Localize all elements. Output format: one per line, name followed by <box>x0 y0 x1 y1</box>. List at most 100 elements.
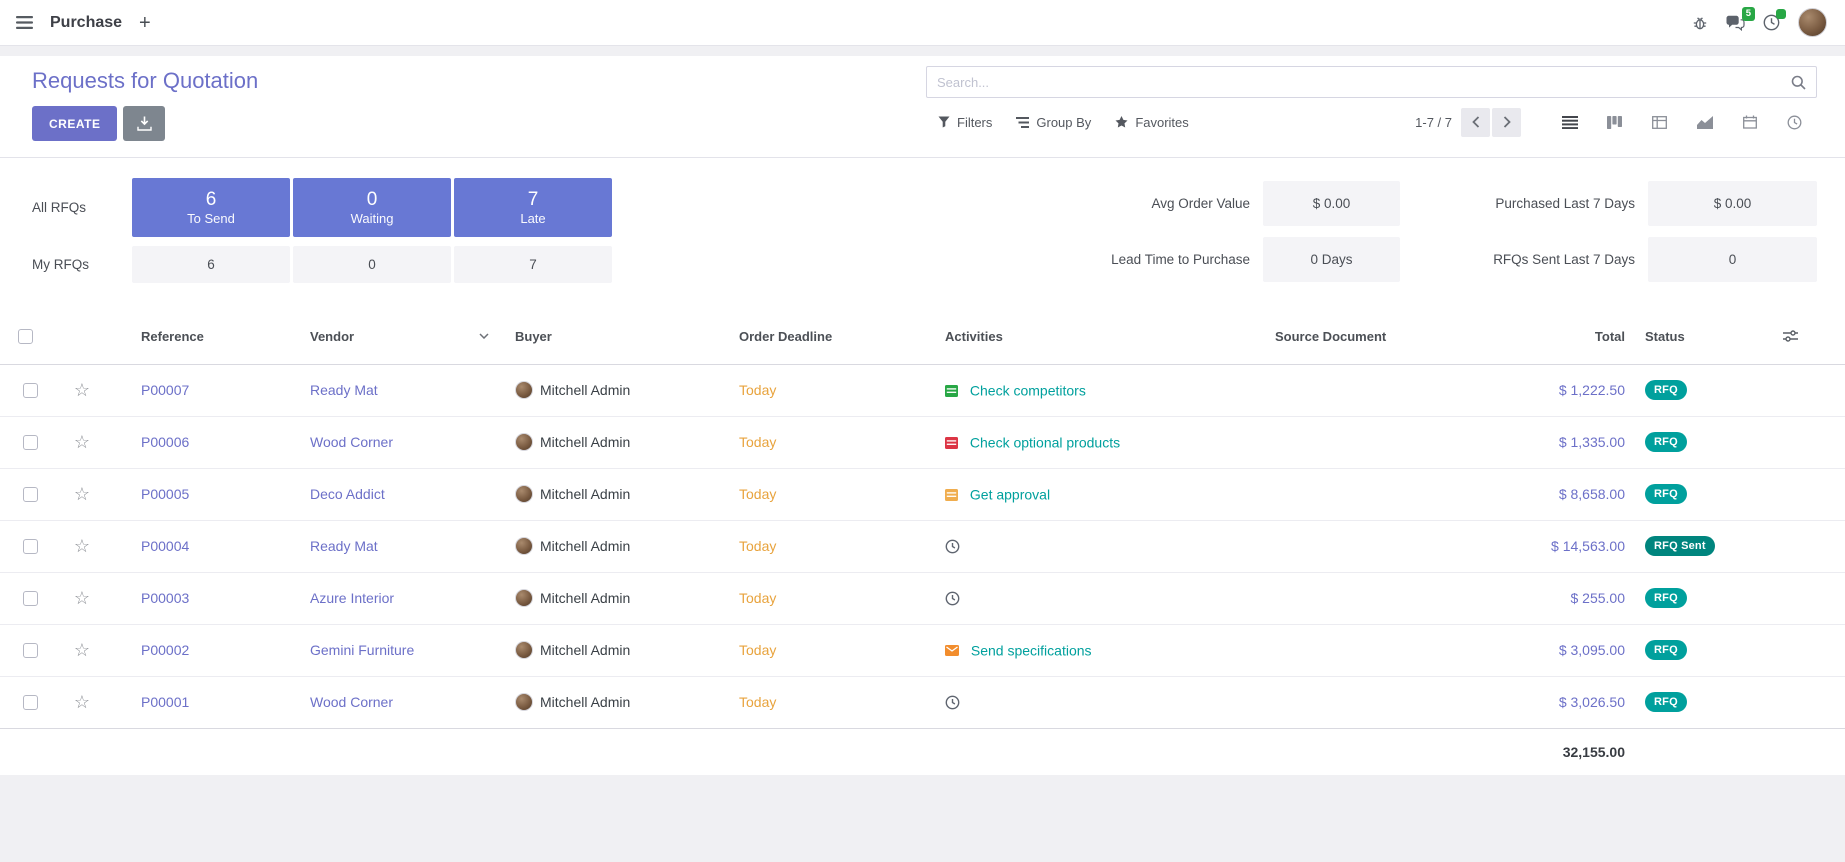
favorite-star-icon[interactable]: ☆ <box>74 588 90 608</box>
kpi-to-send[interactable]: 6 To Send <box>132 178 290 237</box>
vendor-link[interactable]: Wood Corner <box>310 694 393 710</box>
debug-bug-icon[interactable] <box>1692 15 1708 31</box>
activity-clock-icon[interactable] <box>945 695 960 710</box>
table-row[interactable]: ☆ P00006 Wood Corner Mitchell Admin Toda… <box>0 416 1845 468</box>
row-checkbox[interactable] <box>23 487 38 502</box>
row-total: $ 3,026.50 <box>1559 694 1625 710</box>
favorite-star-icon[interactable]: ☆ <box>74 380 90 400</box>
table-row[interactable]: ☆ P00001 Wood Corner Mitchell Admin Toda… <box>0 676 1845 728</box>
vendor-link[interactable]: Deco Addict <box>310 486 385 502</box>
group-by-button[interactable]: Group By <box>1004 109 1103 136</box>
pivot-view-icon[interactable] <box>1637 107 1682 137</box>
favorites-button[interactable]: Favorites <box>1103 109 1200 136</box>
favorite-star-icon[interactable]: ☆ <box>74 536 90 556</box>
kanban-view-icon[interactable] <box>1592 107 1637 137</box>
plus-icon[interactable]: + <box>139 13 151 33</box>
row-checkbox[interactable] <box>23 591 38 606</box>
kpi-my-to-send[interactable]: 6 <box>132 246 290 283</box>
reference-link[interactable]: P00007 <box>141 382 189 398</box>
reference-link[interactable]: P00001 <box>141 694 189 710</box>
reference-link[interactable]: P00005 <box>141 486 189 502</box>
activity-tasks-icon[interactable] <box>945 385 958 397</box>
optional-columns-icon[interactable] <box>1783 330 1835 342</box>
header-status[interactable]: Status <box>1645 329 1685 344</box>
vendor-link[interactable]: Wood Corner <box>310 434 393 450</box>
apps-menu-icon[interactable] <box>16 16 33 29</box>
activity-tasks-icon[interactable] <box>945 489 958 501</box>
buyer-avatar <box>515 537 533 555</box>
pager-previous-button[interactable] <box>1461 108 1490 137</box>
filters-button[interactable]: Filters <box>926 109 1004 136</box>
row-checkbox[interactable] <box>23 539 38 554</box>
vendor-link[interactable]: Ready Mat <box>310 538 378 554</box>
export-button[interactable] <box>123 106 165 141</box>
header-vendor[interactable]: Vendor <box>310 329 354 344</box>
select-all-checkbox[interactable] <box>18 329 33 344</box>
activity-tasks-icon[interactable] <box>945 437 958 449</box>
search-icon[interactable] <box>1791 75 1806 90</box>
favorite-star-icon[interactable]: ☆ <box>74 692 90 712</box>
all-rfqs-label: All RFQs <box>32 178 129 237</box>
table-row[interactable]: ☆ P00002 Gemini Furniture Mitchell Admin… <box>0 624 1845 676</box>
activity-clock-icon[interactable] <box>945 591 960 606</box>
activity-view-icon[interactable] <box>1772 107 1817 137</box>
favorite-star-icon[interactable]: ☆ <box>74 640 90 660</box>
activity-link[interactable]: Send specifications <box>971 643 1092 659</box>
kpi-waiting[interactable]: 0 Waiting <box>293 178 451 237</box>
activity-mail-icon[interactable] <box>945 645 959 656</box>
activity-clock-icon[interactable] <box>945 539 960 554</box>
row-checkbox[interactable] <box>23 383 38 398</box>
list-view-icon[interactable] <box>1547 107 1592 137</box>
header-order-deadline[interactable]: Order Deadline <box>739 329 832 344</box>
vendor-link[interactable]: Gemini Furniture <box>310 642 414 658</box>
page-title: Requests for Quotation <box>32 68 258 94</box>
app-name[interactable]: Purchase <box>50 14 122 32</box>
stat-value-avg-order-value: $ 0.00 <box>1263 181 1400 226</box>
header-activities[interactable]: Activities <box>945 329 1003 344</box>
activity-link[interactable]: Check competitors <box>970 383 1086 399</box>
reference-link[interactable]: P00003 <box>141 590 189 606</box>
reference-link[interactable]: P00004 <box>141 538 189 554</box>
header-source-document[interactable]: Source Document <box>1275 329 1386 344</box>
status-badge: RFQ <box>1645 640 1687 660</box>
kpi-count: 7 <box>528 189 539 212</box>
favorite-star-icon[interactable]: ☆ <box>74 432 90 452</box>
table-header-row: Reference Vendor Buyer Order Deadline Ac… <box>0 309 1845 364</box>
calendar-view-icon[interactable] <box>1727 107 1772 137</box>
reference-link[interactable]: P00002 <box>141 642 189 658</box>
chevron-down-icon[interactable] <box>479 333 489 339</box>
kpi-count: 0 <box>367 189 378 212</box>
table-row[interactable]: ☆ P00004 Ready Mat Mitchell Admin Today … <box>0 520 1845 572</box>
source-document-cell <box>1265 416 1515 468</box>
control-panel: Requests for Quotation CREATE Filters <box>0 56 1845 158</box>
messages-icon[interactable]: 5 <box>1726 15 1745 31</box>
row-checkbox[interactable] <box>23 695 38 710</box>
row-checkbox[interactable] <box>23 435 38 450</box>
pager-next-button[interactable] <box>1492 108 1521 137</box>
kpi-late[interactable]: 7 Late <box>454 178 612 237</box>
activity-link[interactable]: Check optional products <box>970 435 1120 451</box>
favorite-star-icon[interactable]: ☆ <box>74 484 90 504</box>
row-total: $ 3,095.00 <box>1559 642 1625 658</box>
search-input[interactable] <box>927 75 1791 90</box>
reference-link[interactable]: P00006 <box>141 434 189 450</box>
header-reference[interactable]: Reference <box>141 329 204 344</box>
search-box <box>926 66 1817 98</box>
kpi-my-waiting[interactable]: 0 <box>293 246 451 283</box>
table-row[interactable]: ☆ P00007 Ready Mat Mitchell Admin Today … <box>0 364 1845 416</box>
table-row[interactable]: ☆ P00005 Deco Addict Mitchell Admin Toda… <box>0 468 1845 520</box>
vendor-link[interactable]: Ready Mat <box>310 382 378 398</box>
kpi-my-late[interactable]: 7 <box>454 246 612 283</box>
buyer-avatar <box>515 589 533 607</box>
create-button[interactable]: CREATE <box>32 106 117 141</box>
header-buyer[interactable]: Buyer <box>515 329 552 344</box>
header-total[interactable]: Total <box>1595 329 1625 344</box>
table-row[interactable]: ☆ P00003 Azure Interior Mitchell Admin T… <box>0 572 1845 624</box>
source-document-cell <box>1265 520 1515 572</box>
activity-link[interactable]: Get approval <box>970 487 1050 503</box>
activities-clock-icon[interactable] <box>1763 14 1780 31</box>
graph-view-icon[interactable] <box>1682 107 1727 137</box>
row-checkbox[interactable] <box>23 643 38 658</box>
user-avatar[interactable] <box>1798 8 1827 37</box>
vendor-link[interactable]: Azure Interior <box>310 590 394 606</box>
